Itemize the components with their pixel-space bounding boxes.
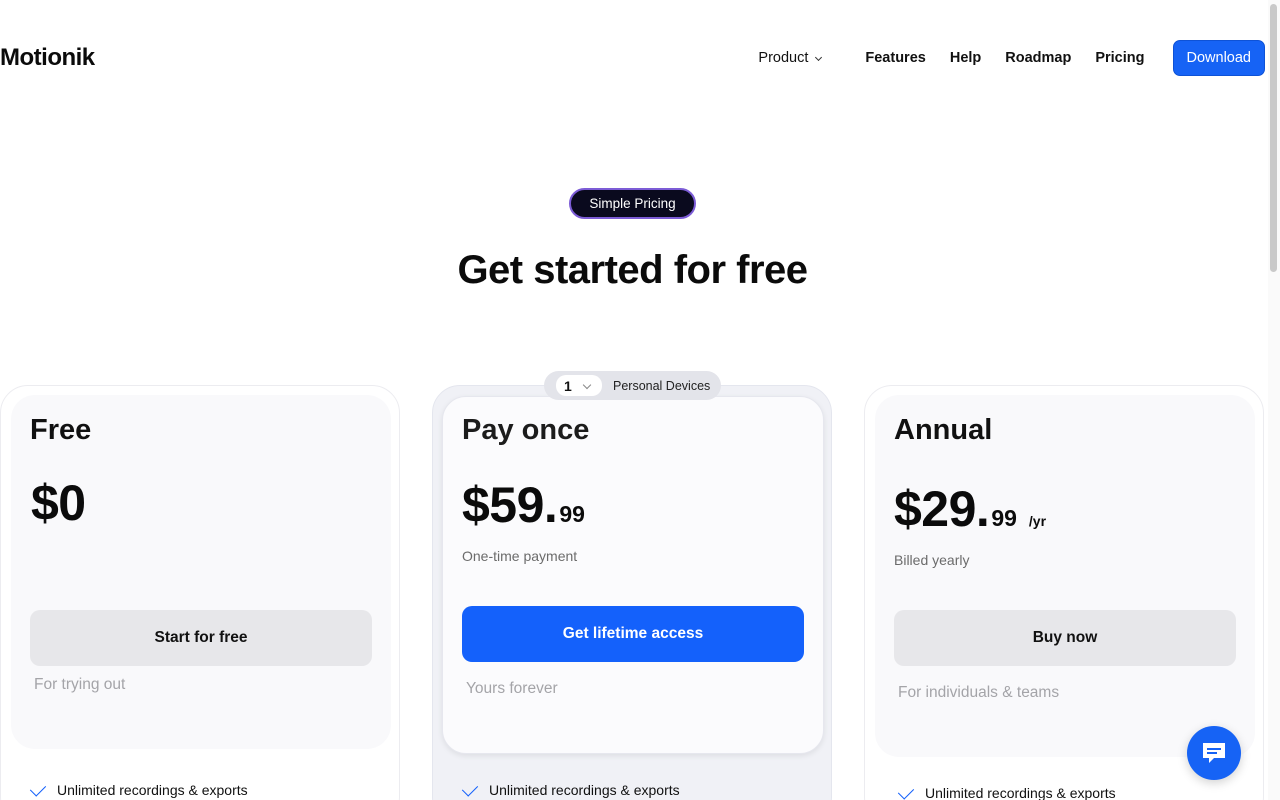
device-selector-label: Personal Devices	[613, 378, 711, 393]
plan-card-inner	[442, 396, 824, 754]
chevron-down-icon	[815, 53, 823, 61]
feature-label: Unlimited recordings & exports	[57, 782, 248, 798]
price-amount: $59.	[462, 477, 558, 533]
buy-now-button[interactable]: Buy now	[894, 610, 1236, 666]
price-cents: 99	[991, 505, 1017, 531]
plan-subtitle: One-time payment	[462, 548, 578, 564]
plan-tagline: For individuals & teams	[898, 684, 1060, 701]
feature-item: Unlimited recordings & exports	[29, 780, 248, 798]
plan-name: Pay once	[462, 414, 590, 446]
feature-item: Unlimited recordings & exports	[461, 780, 680, 798]
plan-card-free: Free $0 Start for free For trying out Un…	[0, 385, 400, 800]
get-lifetime-access-button[interactable]: Get lifetime access	[462, 606, 804, 662]
device-count-value: 1	[564, 377, 572, 394]
feature-label: Unlimited recordings & exports	[489, 782, 680, 798]
price-amount: $29.	[894, 481, 990, 537]
page-headline: Get started for free	[457, 248, 808, 292]
chat-widget-button[interactable]	[1187, 726, 1241, 780]
check-icon	[29, 780, 47, 797]
download-button[interactable]: Download	[1172, 40, 1265, 76]
plan-subtitle: Billed yearly	[894, 552, 970, 568]
simple-pricing-badge: Simple Pricing	[569, 188, 696, 219]
plan-tagline: For trying out	[34, 676, 126, 693]
nav-link-help[interactable]: Help	[950, 50, 981, 66]
chat-bubble-icon	[1203, 743, 1225, 763]
feature-item: Unlimited recordings & exports	[897, 783, 1116, 800]
price-amount: $0	[31, 475, 86, 531]
plan-price: $29. 99 /yr	[894, 480, 1046, 538]
chevron-down-icon	[582, 380, 592, 389]
plan-card-inner	[875, 395, 1255, 757]
plan-price: $59. 99	[462, 476, 585, 534]
plan-tagline: Yours forever	[466, 680, 558, 697]
check-icon	[461, 780, 479, 797]
price-cents: 99	[559, 501, 585, 527]
nav-link-pricing[interactable]: Pricing	[1095, 50, 1144, 66]
plan-card-pay-once: Pay once $59. 99 One-time payment Get li…	[432, 385, 832, 800]
nav-product-dropdown[interactable]: Product	[758, 50, 823, 66]
feature-label: Unlimited recordings & exports	[925, 785, 1116, 800]
nav-product-label: Product	[758, 50, 809, 66]
plan-name: Annual	[894, 414, 993, 446]
check-icon	[897, 783, 915, 800]
nav-link-roadmap[interactable]: Roadmap	[1005, 50, 1071, 66]
plan-name: Free	[30, 414, 92, 446]
plan-card-inner	[11, 395, 391, 749]
nav-link-features[interactable]: Features	[865, 50, 925, 66]
price-period: /yr	[1028, 513, 1047, 529]
top-nav: Product Features Help Roadmap Pricing Do…	[734, 40, 1265, 76]
device-selector: 1 Personal Devices	[544, 371, 721, 400]
scrollbar-thumb[interactable]	[1270, 4, 1277, 272]
device-count-select[interactable]: 1	[556, 375, 602, 396]
brand-logo[interactable]: Motionik	[0, 44, 95, 72]
start-for-free-button[interactable]: Start for free	[30, 610, 372, 666]
scrollbar[interactable]	[1268, 0, 1280, 800]
plan-price: $0	[31, 474, 86, 532]
